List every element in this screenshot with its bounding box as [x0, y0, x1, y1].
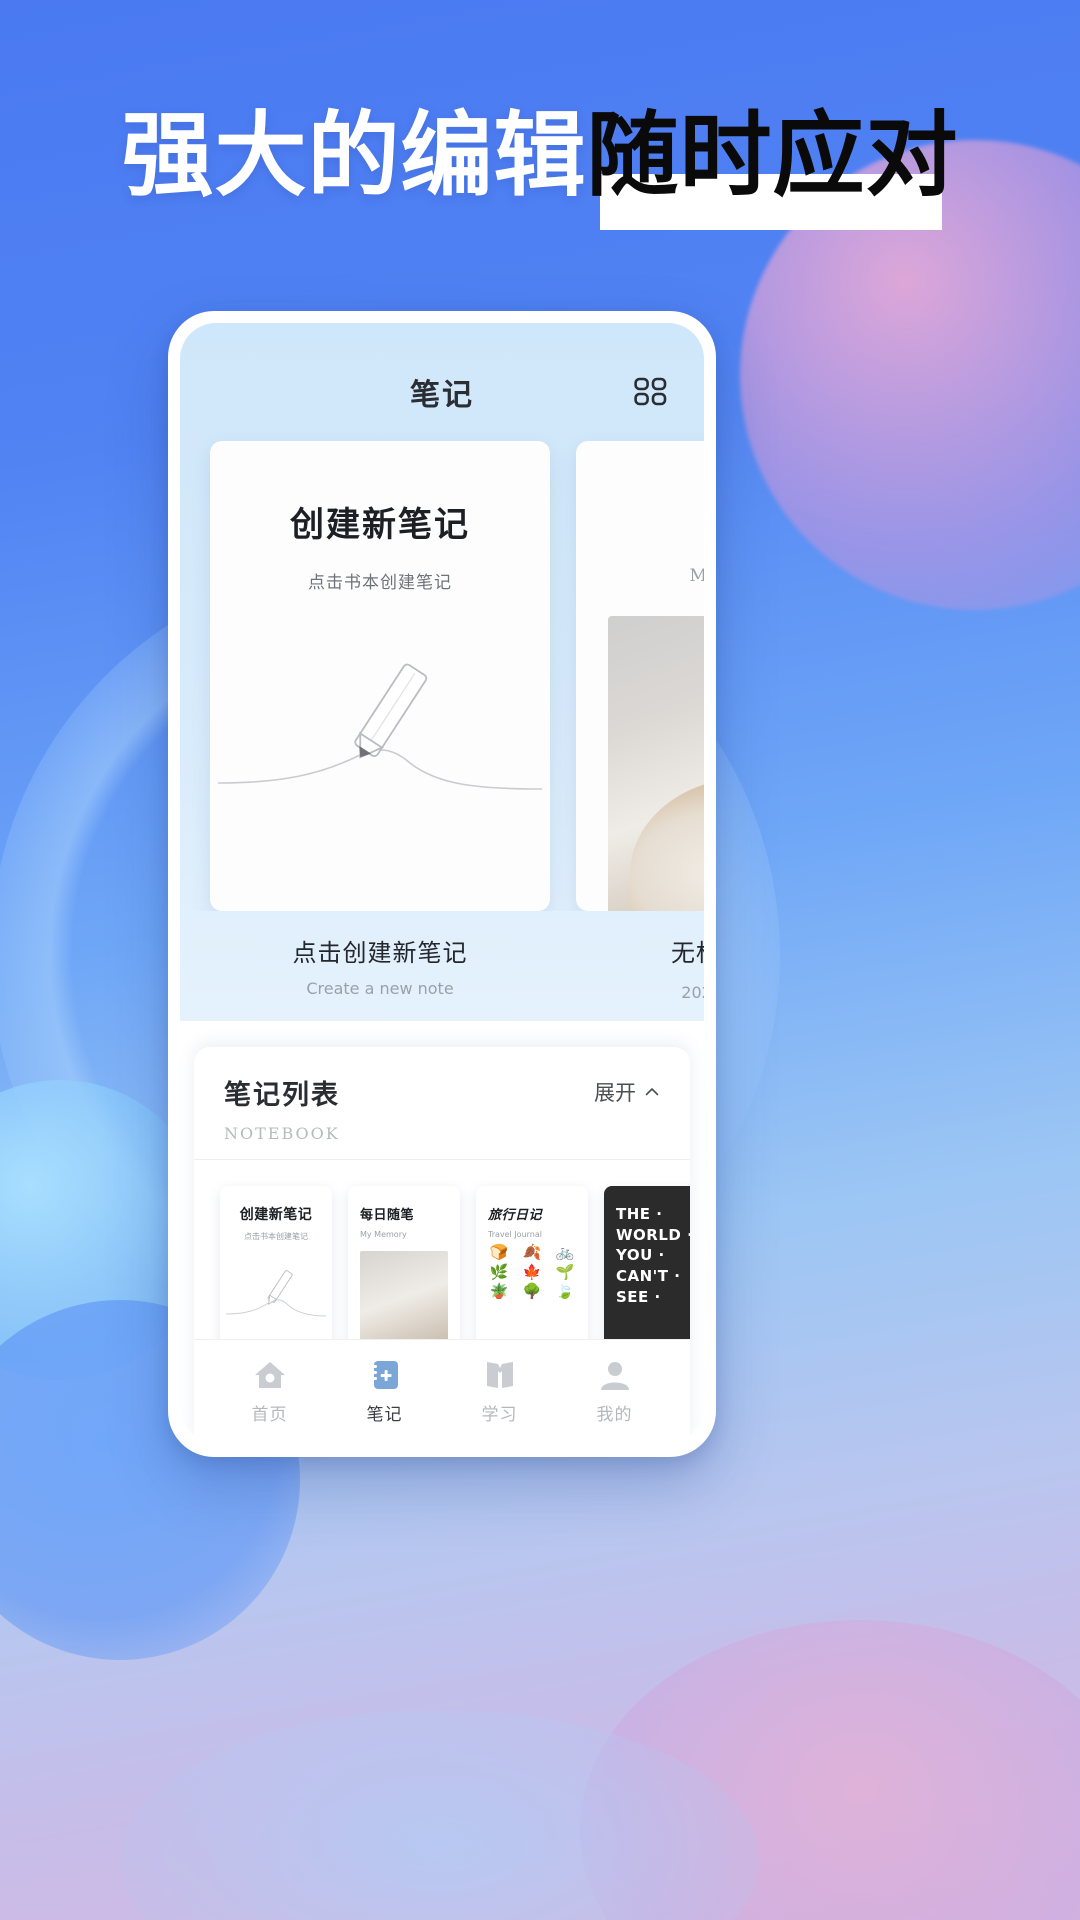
phone-screen: 笔记 创建新笔记 点击书本创建笔记 M 点击创建新笔记 Create a new… [180, 323, 704, 1443]
emoji: 🍃 [555, 1283, 575, 1300]
note-caption-title: 点击创建新笔记 [292, 939, 468, 967]
thumbnail-title: 每日随笔 [360, 1208, 415, 1223]
nav-item-mine[interactable]: 我的 [569, 1359, 661, 1425]
expand-toggle[interactable]: 展开 [594, 1077, 660, 1107]
note-card-mood[interactable]: 心情 My Memory [576, 441, 704, 911]
nav-item-notes[interactable]: 笔记 [339, 1359, 431, 1425]
thumbnail-title: 创建新笔记 [239, 1207, 313, 1223]
notebook-plus-icon [370, 1360, 398, 1389]
notebook-list-panel: 笔记列表 NOTEBOOK 展开 创建新笔记 点击书本创建笔记 每日随笔 My … [194, 1047, 690, 1443]
nav-label: 首页 [251, 1404, 288, 1425]
book-icon [486, 1361, 513, 1388]
thumbnail-dark-text: THE · WORLD · YOU · CAN'T · SEE · [604, 1186, 690, 1307]
note-card-wrapper[interactable]: 创建新笔记 点击书本创建笔记 [210, 441, 550, 911]
notebook-list-header: 笔记列表 NOTEBOOK 展开 [194, 1047, 690, 1160]
thumbnail-title: 旅行日记 [488, 1208, 543, 1223]
bottom-nav: 首页 笔记 学习 我的 [194, 1339, 690, 1443]
note-caption: 点击创建新笔记 Create a new note [210, 933, 550, 1003]
thumbnail-photo [360, 1251, 448, 1339]
thumbnail-subtitle: My Memory [360, 1230, 407, 1239]
app-bar: 笔记 [180, 361, 704, 423]
emoji: 🍁 [522, 1263, 542, 1281]
nav-label: 笔记 [366, 1404, 403, 1425]
nav-label: 学习 [481, 1404, 518, 1425]
thumbnail-item[interactable]: 每日随笔 My Memory [348, 1186, 460, 1339]
home-icon [254, 1361, 285, 1388]
dark-line: THE · [616, 1205, 663, 1223]
notebook-list-subtitle: NOTEBOOK [224, 1124, 340, 1143]
thumbnail-item[interactable]: 创建新笔记 点击书本创建笔记 [220, 1186, 332, 1339]
note-card-subtitle: My Memory [689, 566, 704, 586]
thumbnail-emoji-grid: 🍞 🍂 🚲 🌿 🍁 🌱 🪴 🌳 🍃 [476, 1239, 588, 1301]
note-caption-sub: 2022年06月06日 [681, 983, 704, 1002]
note-caption-sub: Create a new note [306, 979, 454, 998]
nav-item-home[interactable]: 首页 [224, 1359, 316, 1425]
screen-top-section: 笔记 创建新笔记 点击书本创建笔记 M 点击创建新笔记 Create a new… [180, 323, 704, 1021]
note-card-title: 创建新笔记 [290, 505, 470, 545]
emoji: 🌳 [522, 1283, 542, 1300]
emoji: 🌿 [489, 1263, 509, 1281]
note-cards-row: 创建新笔记 点击书本创建笔记 M [180, 423, 704, 911]
thumbnail-subtitle: Travel Journal [488, 1230, 542, 1239]
headline-black-text: 随时应对 [586, 102, 959, 209]
notebook-thumbnails: 创建新笔记 点击书本创建笔记 每日随笔 My Memory 旅行日记 Trave… [194, 1160, 690, 1339]
thumbnail-item[interactable]: THE · WORLD · YOU · CAN'T · SEE · [604, 1186, 690, 1339]
nav-label: 我的 [596, 1404, 633, 1425]
chevron-up-icon [645, 1088, 659, 1096]
person-icon [600, 1361, 629, 1390]
emoji: 🌱 [555, 1263, 575, 1281]
emoji: 🍞 [489, 1244, 509, 1261]
dark-line: SEE · [616, 1287, 661, 1306]
note-card-create[interactable]: 创建新笔记 点击书本创建笔记 [210, 441, 550, 911]
expand-label: 展开 [594, 1081, 636, 1105]
headline-white-text: 强大的编辑 [121, 102, 587, 209]
emoji: 🚲 [555, 1244, 575, 1261]
note-card-title: 心情 [576, 497, 704, 546]
pencil-illustration [217, 663, 543, 790]
pencil-illustration [225, 1270, 327, 1317]
note-captions-row: 点击创建新笔记 Create a new note 无标题的笔记 2022年06… [180, 911, 705, 1003]
thumbnail-item[interactable]: 旅行日记 Travel Journal 🍞 🍂 🚲 🌿 🍁 🌱 🪴 🌳 🍃 [476, 1186, 588, 1339]
page-title: 笔记 [410, 378, 474, 413]
note-caption-title: 无标题的笔记 [671, 939, 704, 967]
note-card-subtitle: 点击书本创建笔记 [308, 573, 452, 593]
phone-mockup: 笔记 创建新笔记 点击书本创建笔记 M 点击创建新笔记 Create a new… [168, 311, 716, 1457]
nav-item-study[interactable]: 学习 [454, 1359, 546, 1425]
thumbnail-subtitle: 点击书本创建笔记 [244, 1232, 308, 1241]
hero-headline: 强大的编辑随时应对 [0, 107, 1080, 230]
note-caption: 无标题的笔记 2022年06月06日 [576, 933, 704, 1003]
emoji: 🪴 [489, 1283, 509, 1300]
note-card-photo [608, 616, 704, 911]
note-card-wrapper[interactable]: 心情 My Memory [576, 441, 704, 911]
dark-line: YOU · [616, 1246, 665, 1265]
emoji: 🍂 [522, 1244, 542, 1261]
dark-line: CAN'T · [616, 1267, 681, 1286]
grid-icon[interactable] [634, 377, 668, 407]
dark-line: WORLD · [616, 1225, 690, 1244]
